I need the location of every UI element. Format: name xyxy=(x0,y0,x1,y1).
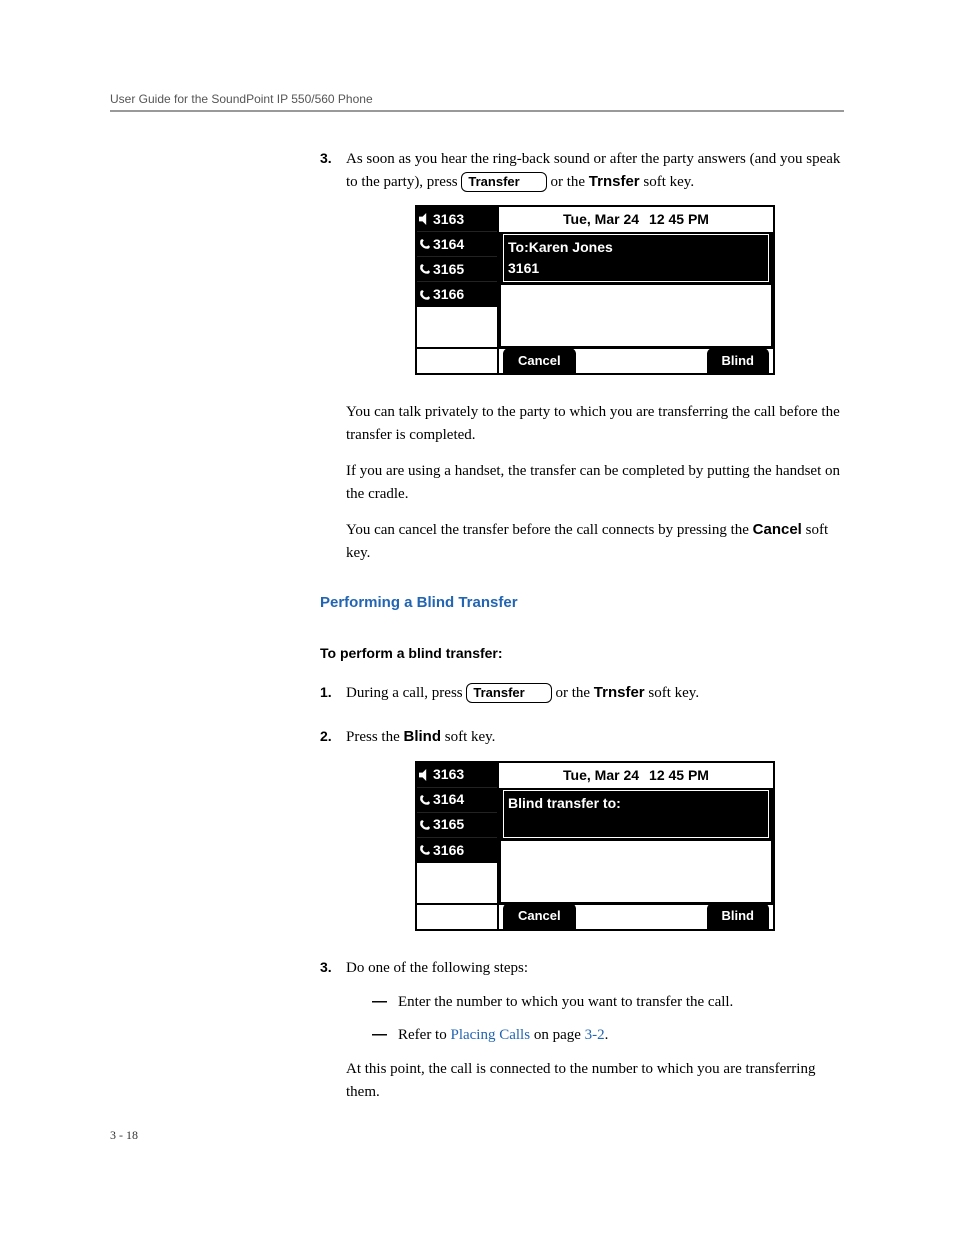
main-empty-area xyxy=(501,841,771,902)
status-time: 12 45 PM xyxy=(649,209,709,230)
transfer-hardkey-icon: Transfer xyxy=(461,172,546,192)
transfer-hardkey-icon: Transfer xyxy=(466,683,551,703)
section-heading: Performing a Blind Transfer xyxy=(320,592,844,615)
step-text: Do one of the following steps: xyxy=(346,957,844,980)
header-divider xyxy=(110,110,844,112)
prompt-label: Blind transfer to: xyxy=(508,793,764,814)
status-bar: Tue, Mar 24 12 45 PM xyxy=(499,763,773,788)
dash-icon: — xyxy=(372,1024,398,1047)
phone-display-1: 3163 3164 3165 xyxy=(415,205,775,375)
dash-icon: — xyxy=(372,991,398,1014)
line-key-2[interactable]: 3164 xyxy=(417,788,497,813)
list-number: 3. xyxy=(320,957,346,1116)
softkey-blind[interactable]: Blind xyxy=(707,348,770,374)
main-empty-area xyxy=(501,285,771,346)
line-key-4[interactable]: 3166 xyxy=(417,282,497,307)
line-key-2[interactable]: 3164 xyxy=(417,232,497,257)
body-paragraph: You can cancel the transfer before the c… xyxy=(346,519,844,564)
status-bar: Tue, Mar 24 12 45 PM xyxy=(499,207,773,232)
line-label: 3165 xyxy=(433,259,464,280)
line-key-column: 3163 3164 3165 xyxy=(417,763,499,903)
body-paragraph: You can talk privately to the party to w… xyxy=(346,401,844,446)
running-header: User Guide for the SoundPoint IP 550/560… xyxy=(110,92,844,106)
body-paragraph: At this point, the call is connected to … xyxy=(346,1058,844,1103)
page-number: 3 - 18 xyxy=(110,1128,138,1143)
softkey-cancel[interactable]: Cancel xyxy=(503,903,576,929)
step-3-bottom: 3. Do one of the following steps: — Ente… xyxy=(320,957,844,1116)
procedure-heading: To perform a blind transfer: xyxy=(320,643,844,664)
line-key-3[interactable]: 3165 xyxy=(417,813,497,838)
phone-icon xyxy=(419,819,431,831)
sub-step-text: Enter the number to which you want to tr… xyxy=(398,991,733,1014)
line-key-4[interactable]: 3166 xyxy=(417,838,497,863)
link-placing-calls[interactable]: Placing Calls xyxy=(450,1027,530,1043)
step-text: During a call, press Transfer or the Trn… xyxy=(346,682,844,705)
prompt-input-area[interactable] xyxy=(508,814,764,835)
line-label: 3166 xyxy=(433,284,464,305)
phone-icon xyxy=(419,238,431,250)
line-label: 3166 xyxy=(433,840,464,861)
body-paragraph: If you are using a handset, the transfer… xyxy=(346,460,844,505)
line-key-1[interactable]: 3163 xyxy=(417,763,497,788)
softkey-blind[interactable]: Blind xyxy=(707,903,770,929)
line-key-column: 3163 3164 3165 xyxy=(417,207,499,347)
step-2: 2. Press the Blind soft key. 3163 xyxy=(320,726,844,947)
sub-step: — Refer to Placing Calls on page 3-2. xyxy=(372,1024,844,1047)
step-1: 1. During a call, press Transfer or the … xyxy=(320,682,844,717)
list-number: 3. xyxy=(320,148,346,391)
step-text: Press the Blind soft key. xyxy=(346,726,844,749)
list-number: 2. xyxy=(320,726,346,947)
speaker-icon xyxy=(419,213,431,225)
softkey-cancel[interactable]: Cancel xyxy=(503,348,576,374)
phone-icon xyxy=(419,844,431,856)
list-number: 1. xyxy=(320,682,346,717)
transfer-to-label: To:Karen Jones xyxy=(508,237,764,258)
sub-step: — Enter the number to which you want to … xyxy=(372,991,844,1014)
line-key-3[interactable]: 3165 xyxy=(417,257,497,282)
step-text: As soon as you hear the ring-back sound … xyxy=(346,148,844,193)
speaker-icon xyxy=(419,769,431,781)
line-label: 3164 xyxy=(433,234,464,255)
link-page-ref[interactable]: 3-2 xyxy=(585,1027,605,1043)
transfer-target-box: To:Karen Jones 3161 xyxy=(503,234,769,282)
phone-icon xyxy=(419,263,431,275)
status-date: Tue, Mar 24 xyxy=(563,209,639,230)
step-3-top: 3. As soon as you hear the ring-back sou… xyxy=(320,148,844,391)
phone-icon xyxy=(419,794,431,806)
line-label: 3164 xyxy=(433,789,464,810)
phone-icon xyxy=(419,289,431,301)
status-date: Tue, Mar 24 xyxy=(563,765,639,786)
line-key-1[interactable]: 3163 xyxy=(417,207,497,232)
line-label: 3163 xyxy=(433,209,464,230)
sub-step-text: Refer to Placing Calls on page 3-2. xyxy=(398,1024,608,1047)
line-label: 3165 xyxy=(433,814,464,835)
status-time: 12 45 PM xyxy=(649,765,709,786)
phone-display-2: 3163 3164 3165 xyxy=(415,761,775,931)
transfer-number: 3161 xyxy=(508,258,764,279)
blind-transfer-prompt: Blind transfer to: xyxy=(503,790,769,838)
line-label: 3163 xyxy=(433,764,464,785)
